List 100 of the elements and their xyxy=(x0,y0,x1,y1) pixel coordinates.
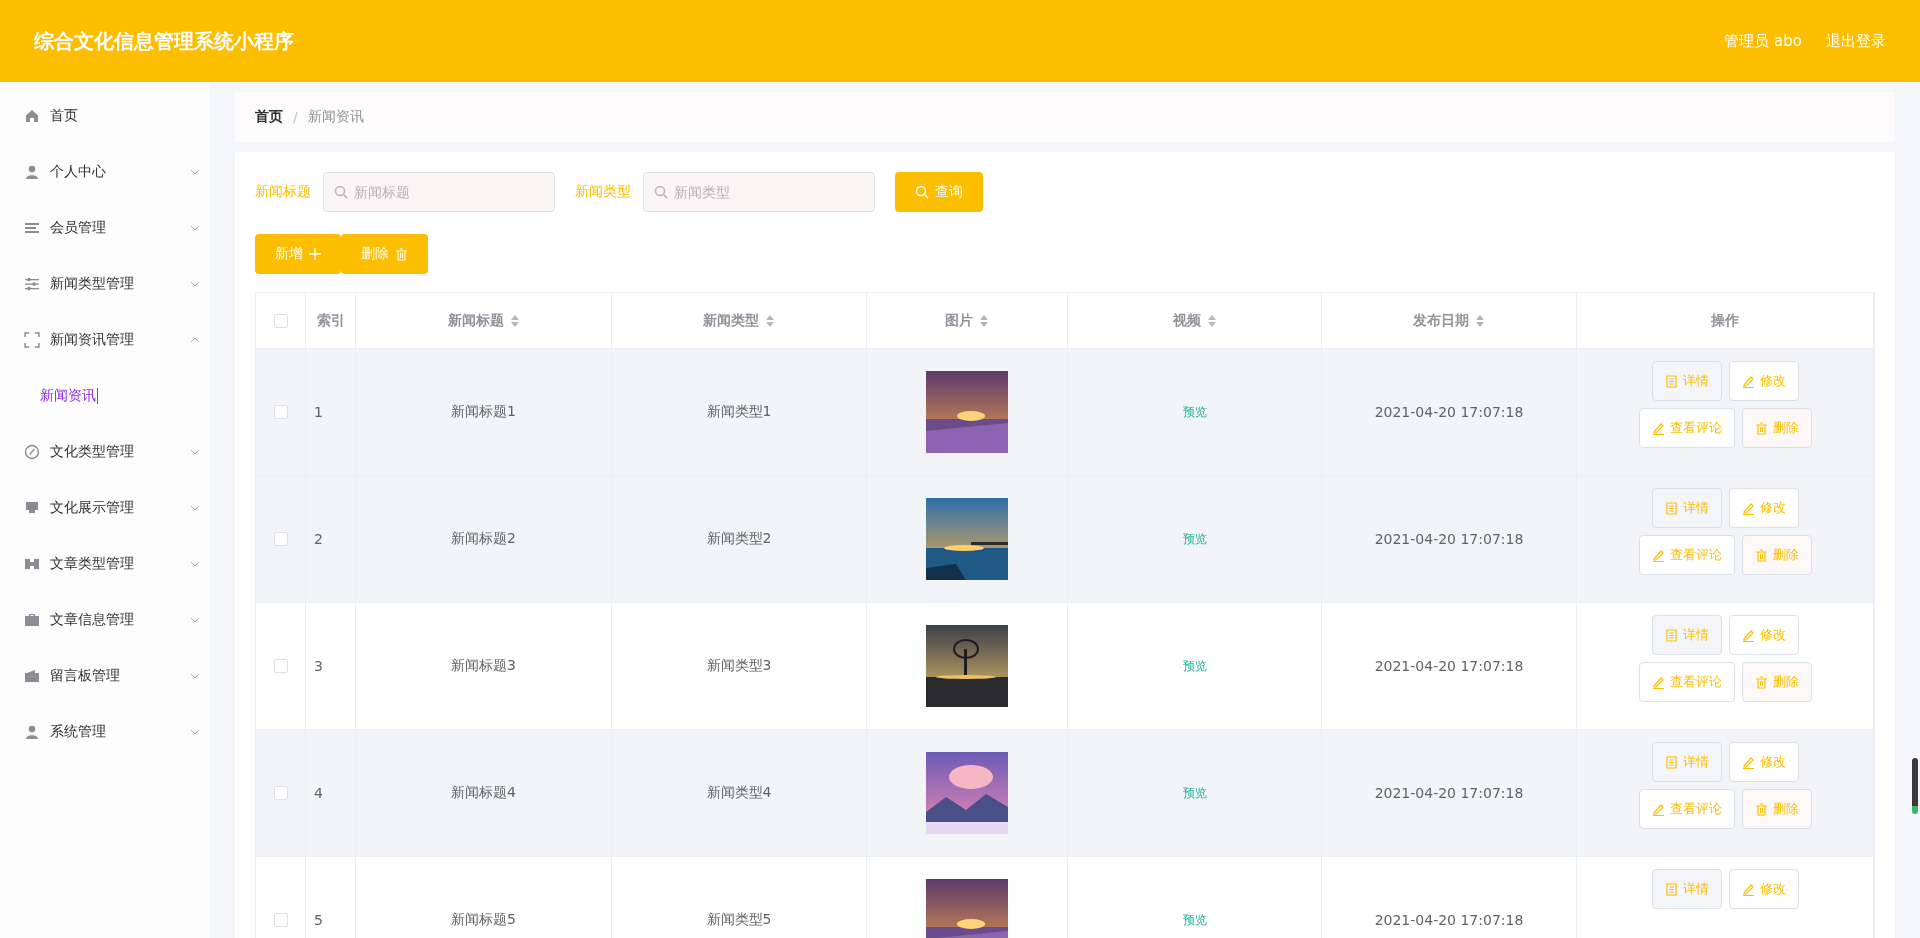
preview-link[interactable]: 预览 xyxy=(1182,657,1207,675)
checkbox[interactable] xyxy=(273,659,288,673)
table-cell: 3 xyxy=(314,658,323,674)
briefcase-icon xyxy=(24,612,40,628)
plus-icon xyxy=(309,248,321,260)
sort-icon xyxy=(1206,314,1217,327)
compass-icon xyxy=(24,444,40,460)
menu-item[interactable]: 个人中心 xyxy=(0,144,210,200)
checkbox[interactable] xyxy=(273,313,288,328)
trash-icon xyxy=(1754,421,1768,435)
sort-icon xyxy=(1475,314,1485,327)
pencil-icon xyxy=(1651,675,1665,689)
sort-icon xyxy=(979,314,989,327)
pencil-icon xyxy=(1651,421,1665,435)
sort-icon xyxy=(509,314,520,327)
pencil-icon xyxy=(1651,548,1665,562)
search-button[interactable]: 查询 xyxy=(895,172,983,212)
document-icon xyxy=(1664,882,1678,896)
pencil-icon xyxy=(1741,374,1755,388)
action-button[interactable]: 查看评论 xyxy=(1638,789,1735,829)
trash-icon xyxy=(1754,548,1768,562)
pencil-icon xyxy=(1741,501,1755,515)
checkbox[interactable] xyxy=(273,786,288,800)
action-button[interactable]: 详情 xyxy=(1651,869,1722,909)
pencil-icon xyxy=(1741,882,1755,896)
user-icon xyxy=(24,724,40,740)
action-button[interactable]: 修改 xyxy=(1728,488,1799,528)
preview-link[interactable]: 预览 xyxy=(1182,403,1207,421)
list-icon xyxy=(24,220,40,236)
menu-item[interactable]: 新闻类型管理 xyxy=(0,256,210,312)
breadcrumb-item[interactable]: 首页 xyxy=(255,108,283,126)
table-cell: 新闻类型1 xyxy=(706,403,772,421)
table-cell: 4 xyxy=(314,785,323,801)
preview-link[interactable]: 预览 xyxy=(1182,784,1207,802)
table-cell: 2021-04-20 17:07:18 xyxy=(1374,658,1524,674)
logout-link[interactable]: 退出登录 xyxy=(1826,31,1886,51)
search-field[interactable]: 新闻类型 xyxy=(643,172,875,212)
menu-item[interactable]: 留言板管理 xyxy=(0,648,210,704)
action-button[interactable]: 详情 xyxy=(1651,488,1722,528)
home-icon xyxy=(24,108,40,124)
field-label: 新闻类型 xyxy=(575,183,631,201)
checkbox[interactable] xyxy=(273,913,288,927)
app-title: 综合文化信息管理系统小程序 xyxy=(34,27,295,55)
delete-button[interactable]: 删除 xyxy=(341,234,428,274)
document-icon xyxy=(1664,374,1678,388)
menu-item[interactable]: 系统管理 xyxy=(0,704,210,760)
menu-item[interactable]: 文章信息管理 xyxy=(0,592,210,648)
menu-item[interactable]: 文化类型管理 xyxy=(0,424,210,480)
table-cell: 2021-04-20 17:07:18 xyxy=(1374,912,1524,928)
trash-icon xyxy=(1754,675,1768,689)
table-cell: 新闻标题4 xyxy=(451,784,516,802)
action-button[interactable]: 修改 xyxy=(1728,361,1799,401)
action-button[interactable]: 修改 xyxy=(1728,615,1799,655)
action-button[interactable]: 删除 xyxy=(1741,408,1812,448)
action-button[interactable]: 修改 xyxy=(1728,742,1799,782)
action-button[interactable]: 查看评论 xyxy=(1638,662,1735,702)
scrollbar[interactable] xyxy=(1912,758,1918,814)
action-button[interactable]: 删除 xyxy=(1741,662,1812,702)
pencil-icon xyxy=(1741,755,1755,769)
field-label: 新闻标题 xyxy=(255,183,311,201)
action-button[interactable]: 详情 xyxy=(1651,615,1722,655)
table-cell: 2021-04-20 17:07:18 xyxy=(1374,404,1524,420)
checkbox[interactable] xyxy=(273,532,288,546)
table-cell: 新闻标题5 xyxy=(451,911,516,929)
preview-link[interactable]: 预览 xyxy=(1182,530,1207,548)
table-cell: 新闻类型2 xyxy=(706,530,772,548)
menu-item[interactable]: 文章类型管理 xyxy=(0,536,210,592)
search-icon xyxy=(654,185,668,199)
breadcrumb-separator: / xyxy=(293,109,298,125)
wallet-icon xyxy=(24,668,40,684)
user-name: 管理员 abo xyxy=(1724,31,1802,51)
table-cell: 新闻标题2 xyxy=(451,530,516,548)
pencil-icon xyxy=(1651,802,1665,816)
pencil-icon xyxy=(1741,628,1755,642)
document-icon xyxy=(1664,628,1678,642)
table-cell: 5 xyxy=(314,912,323,928)
checkbox[interactable] xyxy=(273,405,288,419)
action-button[interactable]: 详情 xyxy=(1651,742,1722,782)
action-button[interactable]: 修改 xyxy=(1728,869,1799,909)
user-icon xyxy=(24,164,40,180)
action-button[interactable]: 删除 xyxy=(1741,789,1812,829)
table-cell: 新闻类型3 xyxy=(706,657,772,675)
search-field[interactable]: 新闻标题 xyxy=(323,172,555,212)
action-button[interactable]: 查看评论 xyxy=(1638,535,1735,575)
menu-item[interactable]: 文化展示管理 xyxy=(0,480,210,536)
table-cell: 新闻标题3 xyxy=(451,657,516,675)
preview-link[interactable]: 预览 xyxy=(1182,911,1207,929)
search-icon xyxy=(915,185,929,199)
menu-item[interactable]: 新闻资讯管理 xyxy=(0,312,210,368)
document-icon xyxy=(1664,755,1678,769)
table-cell: 新闻标题1 xyxy=(451,403,516,421)
action-button[interactable]: 详情 xyxy=(1651,361,1722,401)
add-button[interactable]: 新增 xyxy=(255,234,341,274)
submenu-item[interactable]: 新闻资讯 xyxy=(0,368,210,424)
menu-item[interactable]: 会员管理 xyxy=(0,200,210,256)
action-button[interactable]: 删除 xyxy=(1741,535,1812,575)
menu-item[interactable]: 首页 xyxy=(0,88,210,144)
sliders-icon xyxy=(24,276,40,292)
action-button[interactable]: 查看评论 xyxy=(1638,408,1735,448)
table-cell: 2021-04-20 17:07:18 xyxy=(1374,785,1524,801)
